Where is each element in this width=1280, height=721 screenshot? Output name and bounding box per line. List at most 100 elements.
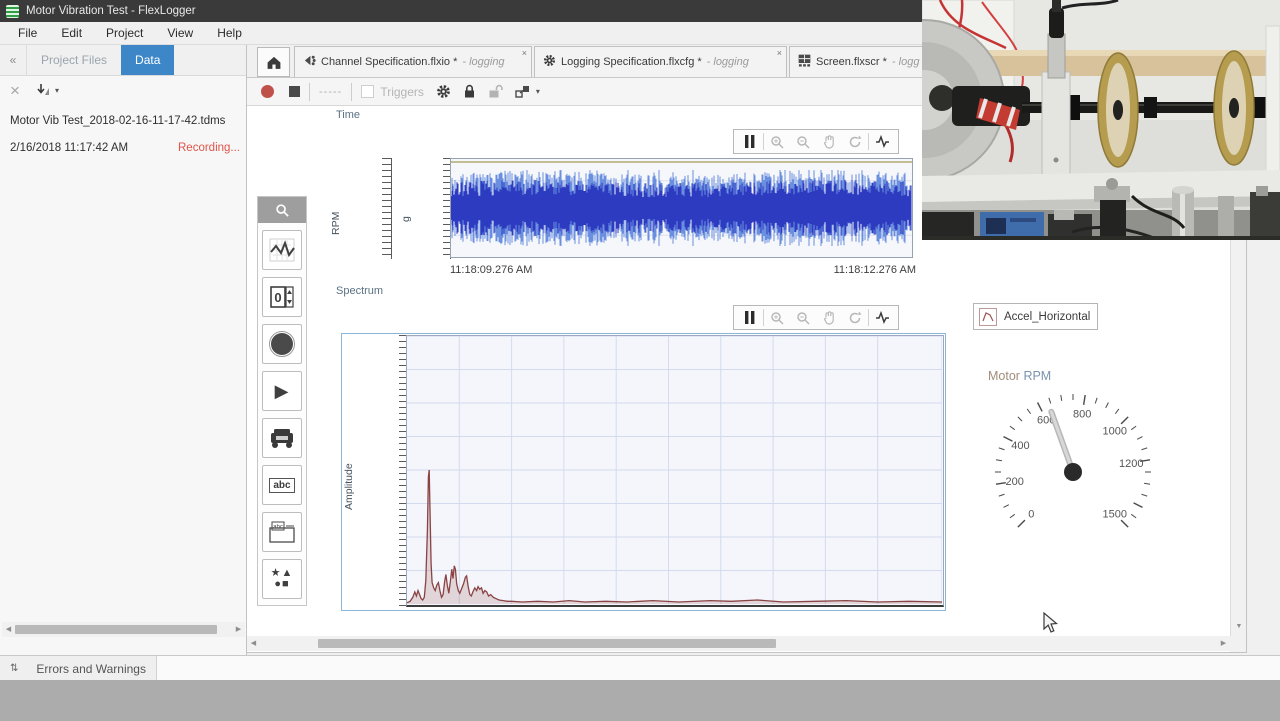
- tab-state: - logging: [462, 56, 504, 68]
- time-graph-toolbar: [733, 129, 899, 154]
- reset-zoom-button[interactable]: [842, 131, 868, 152]
- search-icon: [275, 203, 290, 218]
- svg-text:0: 0: [1028, 509, 1034, 521]
- toolbar-separator: [309, 83, 310, 101]
- sidebar-tab-data[interactable]: Data: [121, 45, 174, 75]
- palette-search-button[interactable]: [258, 197, 306, 223]
- time-rpm-tick-strip: [382, 158, 392, 259]
- flexlogger-logo-icon: [6, 5, 19, 18]
- scroll-right-icon[interactable]: ▶: [1217, 636, 1230, 651]
- shapes-icon: ★▲ ●■: [271, 568, 294, 590]
- tab-logging-specification[interactable]: Logging Specification.flxcfg *- logging×: [534, 46, 787, 77]
- svg-text:1200: 1200: [1119, 458, 1143, 470]
- autoscale-button[interactable]: [869, 307, 895, 328]
- autoscale-button[interactable]: [869, 131, 895, 152]
- expand-panel-icon[interactable]: ⇅: [10, 663, 18, 674]
- window-title: Motor Vibration Test - FlexLogger: [26, 5, 196, 17]
- flywheel-2: [1214, 51, 1254, 165]
- pause-button[interactable]: [737, 307, 763, 328]
- palette-shapes-tool[interactable]: ★▲ ●■: [262, 559, 302, 599]
- log-file-name[interactable]: Motor Vib Test_2018-02-16-11-17-42.tdms: [10, 115, 225, 127]
- numeric-indicator-icon: 0: [270, 286, 294, 308]
- palette-numeric-tool[interactable]: 0: [262, 277, 302, 317]
- delete-log-button[interactable]: ×: [10, 82, 20, 99]
- svg-text:1000: 1000: [1102, 425, 1126, 437]
- mouse-cursor: [1043, 612, 1059, 634]
- tab-channel-specification[interactable]: Channel Specification.flxio *- logging×: [294, 46, 532, 77]
- sidebar-horizontal-scrollbar[interactable]: ◀ ▶: [2, 622, 245, 637]
- menu-item-view[interactable]: View: [167, 26, 193, 40]
- spectrum-trace: [407, 336, 942, 604]
- zoom-out-button[interactable]: [790, 307, 816, 328]
- car-icon: [268, 427, 296, 449]
- scroll-down-icon[interactable]: ▼: [1231, 619, 1247, 634]
- stop-button[interactable]: [289, 86, 300, 97]
- pan-button[interactable]: [816, 131, 842, 152]
- settings-button[interactable]: [436, 84, 451, 99]
- close-icon[interactable]: ×: [522, 48, 527, 58]
- palette-text-tool[interactable]: abc: [262, 465, 302, 505]
- menu-item-help[interactable]: Help: [217, 26, 242, 40]
- elapsed-time-placeholder: -----: [319, 86, 342, 98]
- gear-icon: [543, 54, 556, 70]
- recording-status-badge: Recording...: [178, 142, 240, 154]
- legend-accel-horizontal[interactable]: Accel_Horizontal: [973, 303, 1098, 330]
- sidebar-header: « Project Files Data: [0, 45, 246, 76]
- graph-icon: [269, 238, 295, 262]
- unlock-screen-button[interactable]: [488, 84, 503, 99]
- zoom-out-button[interactable]: [790, 131, 816, 152]
- menu-item-edit[interactable]: Edit: [61, 26, 82, 40]
- scroll-left-icon[interactable]: ◀: [247, 636, 260, 651]
- toolbar-separator: [351, 83, 352, 101]
- scroll-right-icon[interactable]: ▶: [232, 622, 245, 637]
- svg-text:0: 0: [274, 290, 281, 305]
- motor-rpm-gauge[interactable]: 0200400600800100012001500: [973, 385, 1173, 555]
- export-log-button[interactable]: ▾: [36, 83, 59, 98]
- reset-zoom-button[interactable]: [842, 307, 868, 328]
- pan-button[interactable]: [816, 307, 842, 328]
- home-icon: [266, 55, 282, 70]
- errors-and-warnings-tab[interactable]: ⇅ Errors and Warnings: [0, 656, 157, 681]
- scrollbar-thumb[interactable]: [318, 639, 776, 648]
- sidebar-toolbar: × ▾: [0, 75, 246, 105]
- camera-photo: [922, 0, 1280, 240]
- spectrum-plot-area[interactable]: [406, 335, 944, 607]
- palette-graph-tool[interactable]: [262, 230, 302, 270]
- link-channels-button[interactable]: [515, 84, 531, 99]
- time-plot-area[interactable]: [450, 158, 913, 258]
- play-icon: ▶: [275, 382, 290, 400]
- textbox-icon: abc: [269, 521, 295, 543]
- palette-textbox-tool[interactable]: abc: [262, 512, 302, 552]
- scrollbar-thumb[interactable]: [15, 625, 217, 634]
- export-icon: [36, 83, 52, 98]
- waveform-legend-icon: [979, 308, 997, 326]
- lock-screen-button[interactable]: [463, 84, 476, 99]
- zoom-in-button[interactable]: [764, 131, 790, 152]
- triggers-checkbox[interactable]: [361, 85, 374, 98]
- link-icon: [515, 84, 531, 99]
- time-x-end-label: 11:18:12.276 AM: [816, 264, 916, 276]
- palette-dial-tool[interactable]: [262, 324, 302, 364]
- close-icon[interactable]: ×: [777, 48, 782, 58]
- record-button[interactable]: [261, 85, 274, 98]
- menu-item-project[interactable]: Project: [106, 26, 143, 40]
- desktop-strip: [0, 680, 1280, 721]
- abc-icon: abc: [269, 478, 294, 493]
- scroll-left-icon[interactable]: ◀: [2, 622, 15, 637]
- svg-text:abc: abc: [273, 525, 283, 531]
- sidebar-tab-project-files[interactable]: Project Files: [27, 45, 121, 75]
- svg-text:400: 400: [1011, 440, 1029, 452]
- zoom-in-button[interactable]: [764, 307, 790, 328]
- palette-play-tool[interactable]: ▶: [262, 371, 302, 411]
- sidebar-collapse-button[interactable]: «: [0, 45, 27, 75]
- home-button[interactable]: [257, 47, 290, 77]
- panel-border: [247, 652, 1247, 653]
- spectrum-graph-toolbar: [733, 305, 899, 330]
- pause-button[interactable]: [737, 131, 763, 152]
- main-horizontal-scrollbar[interactable]: ◀ ▶: [247, 636, 1230, 651]
- menu-item-file[interactable]: File: [18, 26, 37, 40]
- palette-vehicle-tool[interactable]: [262, 418, 302, 458]
- tab-state: - logg: [892, 56, 920, 68]
- caret-down-icon[interactable]: ▾: [536, 87, 540, 96]
- tab-title: Screen.flxscr *: [816, 56, 887, 68]
